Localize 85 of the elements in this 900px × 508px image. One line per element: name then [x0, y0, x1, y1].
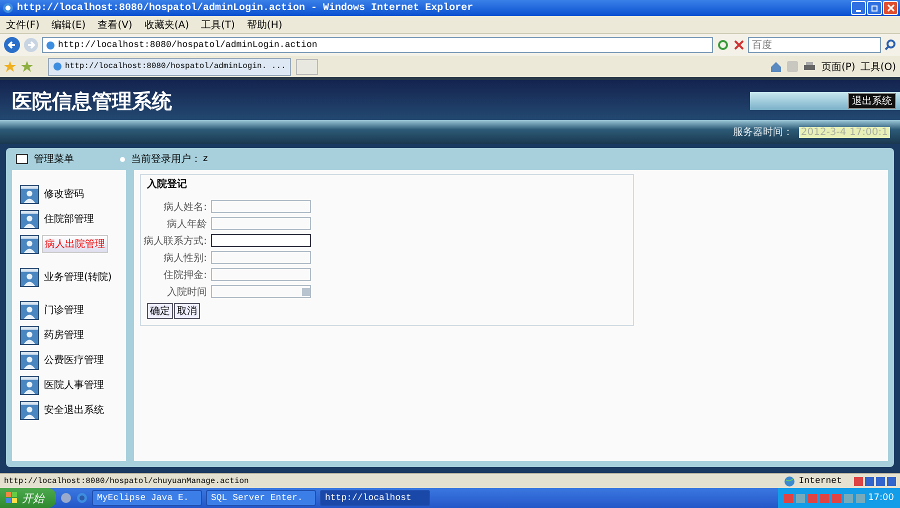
input-method-icons: [854, 476, 896, 486]
search-icon[interactable]: [884, 39, 896, 51]
start-button[interactable]: 开始: [0, 488, 56, 508]
taskbar-button[interactable]: MyEclipse Java E.: [92, 490, 202, 506]
server-time: 2012-3-4 17:00:1: [798, 126, 890, 138]
user-icon: [20, 350, 39, 370]
sidebar-link[interactable]: 业务管理(转院): [42, 269, 114, 285]
form-button[interactable]: 确定: [147, 303, 173, 319]
address-text: http://localhost:8080/hospatol/adminLogin.action: [58, 40, 318, 50]
security-zone: Internet: [798, 476, 842, 486]
form-legend: 入院登记: [147, 177, 627, 191]
status-url: http://localhost:8080/hospatol/chuyuanManage.action: [4, 476, 249, 486]
user-icon: [20, 400, 39, 420]
refresh-icon[interactable]: [716, 38, 730, 52]
sidebar-link[interactable]: 病人出院管理: [42, 235, 108, 253]
add-favorite-icon[interactable]: [21, 60, 33, 72]
stop-icon[interactable]: [733, 39, 745, 51]
browser-icon: [2, 2, 14, 14]
sidebar-link[interactable]: 药房管理: [42, 327, 86, 343]
app-title: 医院信息管理系统: [12, 88, 172, 115]
menu-item[interactable]: 查看(V): [98, 18, 132, 32]
taskbar-button[interactable]: http://localhost: [320, 490, 430, 506]
sidebar-link[interactable]: 修改密码: [42, 186, 86, 202]
menu-item[interactable]: 文件(F): [6, 18, 40, 32]
home-icon[interactable]: [770, 60, 782, 72]
close-icon: [886, 4, 894, 12]
sidebar-link[interactable]: 门诊管理: [42, 302, 86, 318]
tab-title: http://localhost:8080/hospatol/adminLogin. ...: [65, 62, 286, 71]
field-label: 入院时间: [166, 286, 207, 298]
globe-icon: [784, 476, 795, 486]
clock: 17:00: [868, 493, 894, 503]
field-label: 病人年龄: [166, 218, 207, 230]
page-icon: [46, 40, 55, 50]
star-icon[interactable]: [4, 60, 16, 72]
form-button[interactable]: 取消: [174, 303, 200, 319]
window-title: http://localhost:8080/hospatol/adminLogin.action - Windows Internet Explorer: [17, 2, 474, 14]
field-label: 病人性别:: [162, 252, 207, 264]
browser-icon[interactable]: [76, 492, 88, 504]
user-icon: [20, 300, 39, 320]
restore-button[interactable]: [867, 1, 882, 15]
start-label: 开始: [22, 490, 44, 506]
input-field[interactable]: [211, 251, 311, 264]
date-field[interactable]: [211, 285, 311, 298]
taskbar-button[interactable]: SQL Server Enter.: [206, 490, 316, 506]
user-icon: [20, 234, 39, 254]
menu-item[interactable]: 工具(T): [201, 18, 235, 32]
user-icon: [20, 376, 39, 394]
sidebar-link[interactable]: 医院人事管理: [42, 377, 106, 393]
input-field[interactable]: [211, 268, 311, 281]
printer-icon[interactable]: [803, 60, 816, 72]
sidebar-link[interactable]: 安全退出系统: [42, 402, 106, 418]
restore-icon: [870, 4, 878, 12]
input-field[interactable]: [211, 200, 311, 213]
back-button[interactable]: [4, 37, 20, 53]
menu-title: 管理菜单: [34, 152, 74, 166]
new-tab-button[interactable]: [296, 58, 318, 74]
minimize-button[interactable]: [851, 1, 866, 15]
address-field[interactable]: http://localhost:8080/hospatol/adminLogin.action: [42, 37, 713, 53]
logout-button[interactable]: 退出系统: [848, 93, 896, 109]
menu-item[interactable]: 编辑(E): [52, 18, 86, 32]
menu-icon: [16, 154, 28, 164]
field-label: 住院押金:: [162, 268, 207, 282]
server-time-label: 服务器时间：: [732, 126, 793, 139]
input-field[interactable]: [211, 217, 311, 230]
menu-item[interactable]: 帮助(H): [246, 18, 282, 32]
menu-item[interactable]: 收藏夹(A): [144, 18, 189, 32]
user-icon: [20, 184, 39, 204]
page-menu[interactable]: 页面(P): [821, 60, 856, 74]
windows-logo-icon: [6, 492, 18, 504]
page-icon: [53, 62, 62, 71]
user-icon: [20, 210, 39, 228]
user-icon: [20, 268, 39, 286]
browser-tab[interactable]: http://localhost:8080/hospatol/adminLogin. ...: [48, 58, 291, 76]
field-label: 病人联系方式:: [142, 234, 207, 248]
sidebar-link[interactable]: 公费医疗管理: [42, 352, 106, 368]
search-field[interactable]: 百度: [748, 37, 881, 53]
sidebar-link[interactable]: 住院部管理: [42, 211, 96, 227]
calendar-icon[interactable]: [302, 288, 310, 296]
user-name: z: [203, 154, 208, 164]
user-icon: [20, 326, 39, 344]
tools-menu[interactable]: 工具(O): [860, 60, 896, 74]
user-label: 当前登录用户：: [131, 152, 201, 166]
field-label: 病人姓名:: [162, 200, 207, 214]
input-field[interactable]: [211, 234, 311, 247]
close-button[interactable]: [883, 1, 898, 15]
